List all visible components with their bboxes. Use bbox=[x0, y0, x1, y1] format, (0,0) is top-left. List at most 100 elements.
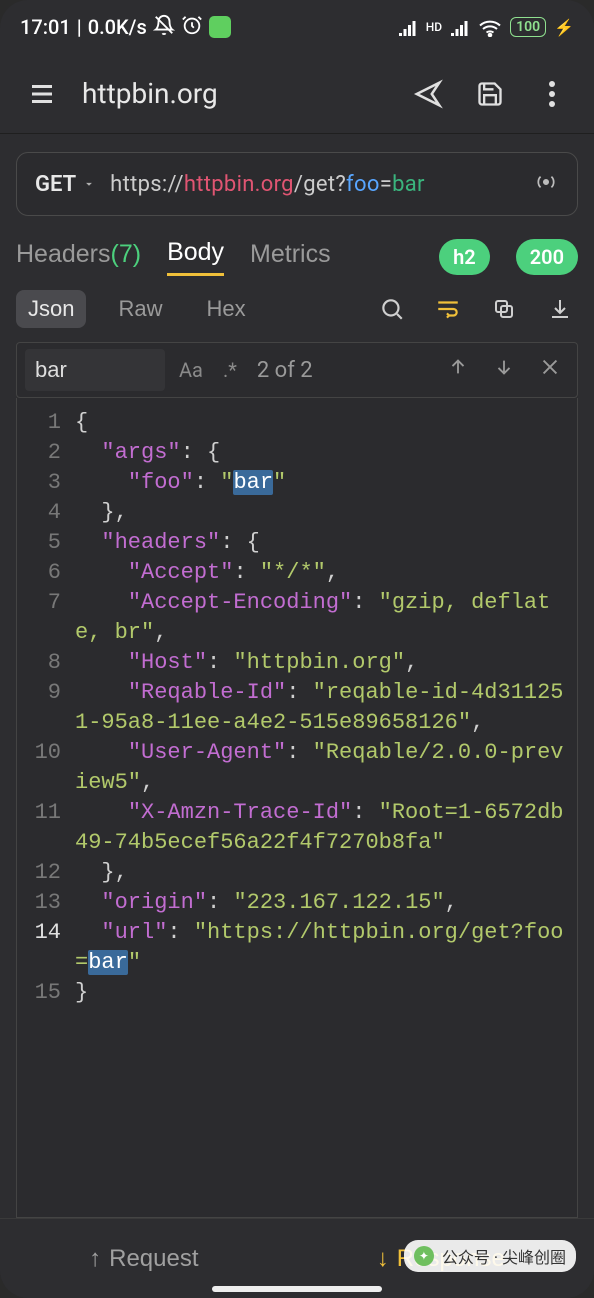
close-search-button[interactable] bbox=[531, 356, 569, 384]
search-button[interactable] bbox=[374, 296, 410, 322]
http-method-dropdown[interactable]: GET bbox=[25, 172, 106, 197]
status-code-badge: 200 bbox=[516, 239, 578, 275]
line-number: 13 bbox=[17, 888, 75, 918]
line-number: 7 bbox=[17, 588, 75, 618]
arrow-down-icon: ↓ bbox=[377, 1245, 389, 1273]
fmt-hex-button[interactable]: Hex bbox=[195, 290, 258, 328]
code-content: { bbox=[75, 408, 571, 438]
code-line: 2 "args": { bbox=[17, 438, 571, 468]
watermark: ✦ 公众号 · 尖峰创圈 bbox=[404, 1240, 576, 1272]
fmt-raw-button[interactable]: Raw bbox=[106, 290, 174, 328]
broadcast-button[interactable] bbox=[523, 169, 569, 199]
request-tab-button[interactable]: ↑ Request bbox=[89, 1245, 198, 1273]
code-content: "Reqable-Id": "reqable-id-4d311251-95a8-… bbox=[75, 678, 571, 738]
line-number: 1 bbox=[17, 408, 75, 438]
code-line: 3 "foo": "bar" bbox=[17, 468, 571, 498]
code-content: } bbox=[75, 978, 571, 1008]
app-header: httpbin.org bbox=[0, 54, 594, 134]
tab-body[interactable]: Body bbox=[167, 238, 224, 276]
menu-button[interactable] bbox=[20, 72, 64, 116]
code-content: "X-Amzn-Trace-Id": "Root=1-6572db49-74b5… bbox=[75, 798, 571, 858]
http-method-label: GET bbox=[35, 172, 76, 197]
app-badge-icon bbox=[209, 16, 231, 38]
format-toolbar: Json Raw Hex bbox=[16, 290, 578, 328]
code-content: "origin": "223.167.122.15", bbox=[75, 888, 571, 918]
line-number: 9 bbox=[17, 678, 75, 708]
signal-icon bbox=[398, 18, 418, 36]
code-content: "foo": "bar" bbox=[75, 468, 571, 498]
status-right: HD 100 ⚡ bbox=[398, 17, 574, 37]
battery-indicator: 100 bbox=[510, 17, 546, 37]
page-title: httpbin.org bbox=[82, 77, 388, 110]
code-line: 14 "url": "https://httpbin.org/get?foo=b… bbox=[17, 918, 571, 978]
line-number: 14 bbox=[17, 918, 75, 948]
regex-toggle[interactable]: .* bbox=[217, 358, 243, 382]
code-line: 9 "Reqable-Id": "reqable-id-4d311251-95a… bbox=[17, 678, 571, 738]
line-number: 11 bbox=[17, 798, 75, 828]
code-line: 12 }, bbox=[17, 858, 571, 888]
signal2-icon bbox=[450, 18, 470, 36]
fmt-json-button[interactable]: Json bbox=[16, 290, 86, 328]
android-status-bar: 17:01 | 0.0K/s HD 100 ⚡ bbox=[0, 0, 594, 54]
next-match-button[interactable] bbox=[485, 356, 523, 384]
code-line: 5 "headers": { bbox=[17, 528, 571, 558]
code-content: "User-Agent": "Reqable/2.0.0-preview5", bbox=[75, 738, 571, 798]
url-bar: GET https://httpbin.org/get?foo=bar bbox=[16, 152, 578, 216]
notification-bell-off-icon bbox=[153, 14, 175, 41]
status-netspeed: 0.0K/s bbox=[88, 15, 147, 39]
overflow-menu-button[interactable] bbox=[530, 72, 574, 116]
line-number: 2 bbox=[17, 438, 75, 468]
code-content: "args": { bbox=[75, 438, 571, 468]
code-content: "Accept-Encoding": "gzip, deflate, br", bbox=[75, 588, 571, 648]
line-number: 8 bbox=[17, 648, 75, 678]
tab-headers[interactable]: Headers(7) bbox=[16, 240, 141, 275]
status-left: 17:01 | 0.0K/s bbox=[20, 14, 231, 41]
code-line: 13 "origin": "223.167.122.15", bbox=[17, 888, 571, 918]
line-number: 10 bbox=[17, 738, 75, 768]
word-wrap-button[interactable] bbox=[430, 296, 466, 322]
main-tabs: Headers(7) Body Metrics h2 200 bbox=[16, 238, 578, 276]
line-number: 6 bbox=[17, 558, 75, 588]
match-counter: 2 of 2 bbox=[257, 358, 313, 383]
line-number: 12 bbox=[17, 858, 75, 888]
watermark-label: 公众号 · 尖峰创圈 bbox=[442, 1244, 566, 1268]
code-content: }, bbox=[75, 858, 571, 888]
line-number: 4 bbox=[17, 498, 75, 528]
home-indicator[interactable] bbox=[212, 1286, 382, 1292]
line-number: 15 bbox=[17, 978, 75, 1008]
status-sep: | bbox=[77, 15, 82, 39]
arrow-up-icon: ↑ bbox=[89, 1245, 101, 1273]
match-case-toggle[interactable]: Aa bbox=[173, 358, 209, 382]
line-number: 3 bbox=[17, 468, 75, 498]
wechat-icon: ✦ bbox=[414, 1246, 434, 1266]
code-line: 7 "Accept-Encoding": "gzip, deflate, br"… bbox=[17, 588, 571, 648]
download-button[interactable] bbox=[542, 297, 578, 321]
prev-match-button[interactable] bbox=[439, 356, 477, 384]
code-content: }, bbox=[75, 498, 571, 528]
code-line: 10 "User-Agent": "Reqable/2.0.0-preview5… bbox=[17, 738, 571, 798]
url-input[interactable]: https://httpbin.org/get?foo=bar bbox=[110, 172, 519, 197]
line-number: 5 bbox=[17, 528, 75, 558]
response-body-viewer[interactable]: 1{2 "args": {3 "foo": "bar"4 },5 "header… bbox=[16, 398, 578, 1218]
tab-metrics[interactable]: Metrics bbox=[250, 240, 331, 275]
charging-icon: ⚡ bbox=[554, 18, 574, 37]
protocol-badge: h2 bbox=[439, 239, 490, 275]
code-line: 6 "Accept": "*/*", bbox=[17, 558, 571, 588]
hd-label: HD bbox=[426, 20, 442, 34]
code-line: 11 "X-Amzn-Trace-Id": "Root=1-6572db49-7… bbox=[17, 798, 571, 858]
send-button[interactable] bbox=[406, 72, 450, 116]
wifi-icon bbox=[478, 17, 502, 37]
code-content: "headers": { bbox=[75, 528, 571, 558]
code-content: "url": "https://httpbin.org/get?foo=bar" bbox=[75, 918, 571, 978]
status-time: 17:01 bbox=[20, 15, 71, 39]
code-line: 8 "Host": "httpbin.org", bbox=[17, 648, 571, 678]
code-content: "Host": "httpbin.org", bbox=[75, 648, 571, 678]
copy-button[interactable] bbox=[486, 297, 522, 321]
code-content: "Accept": "*/*", bbox=[75, 558, 571, 588]
app-screen: 17:01 | 0.0K/s HD 100 ⚡ httpbin.org bbox=[0, 0, 594, 1298]
find-in-body-bar: Aa .* 2 of 2 bbox=[16, 342, 578, 398]
alarm-icon bbox=[181, 14, 203, 41]
search-input[interactable] bbox=[25, 349, 165, 391]
save-button[interactable] bbox=[468, 72, 512, 116]
code-line: 4 }, bbox=[17, 498, 571, 528]
